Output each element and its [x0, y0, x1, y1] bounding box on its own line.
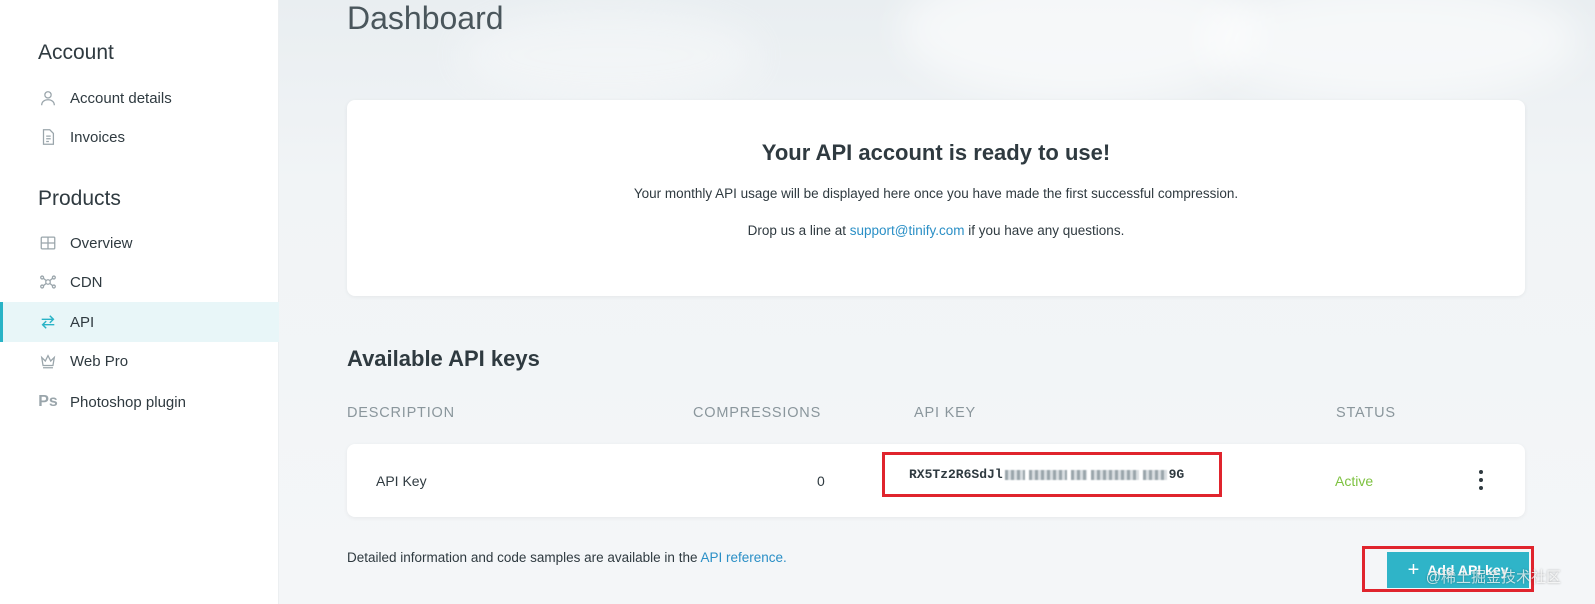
background-cloud — [1199, 0, 1579, 100]
sidebar-item-label: API — [70, 313, 95, 331]
redacted-key-segment — [1142, 469, 1167, 480]
user-icon — [38, 88, 58, 108]
redacted-key-segment — [1090, 469, 1139, 480]
sidebar-item-invoices[interactable]: Invoices — [0, 117, 279, 157]
sidebar-item-overview[interactable]: Overview — [0, 223, 279, 263]
key-compressions: 0 — [817, 472, 825, 489]
card-support-text: Drop us a line at support@tinify.com if … — [747, 223, 1125, 238]
sidebar-item-label: Web Pro — [70, 352, 129, 370]
column-header-status: STATUS — [1336, 405, 1396, 421]
main-content: Dashboard Your API account is ready to u… — [279, 0, 1595, 604]
card-usage-text: Your monthly API usage will be displayed… — [633, 186, 1239, 201]
redacted-key-segment — [1070, 469, 1087, 480]
page-title: Dashboard — [347, 0, 504, 36]
background-cloud — [459, 10, 759, 100]
ready-card: Your API account is ready to use! Your m… — [347, 100, 1525, 296]
grid-icon — [38, 233, 58, 253]
api-keys-title: Available API keys — [347, 346, 540, 371]
sidebar-item-label: CDN — [70, 273, 103, 291]
support-email-link[interactable]: support@tinify.com — [850, 223, 965, 238]
column-header-api-key: API KEY — [914, 405, 977, 421]
sidebar-item-api[interactable]: API — [0, 302, 279, 342]
key-description: API Key — [376, 472, 427, 489]
table-row: API Key 0 RX5Tz2R6SdJl 9G Active — [347, 444, 1525, 517]
redacted-key-segment — [1004, 469, 1025, 480]
redacted-key-segment — [1028, 469, 1067, 480]
column-header-compressions: COMPRESSIONS — [693, 405, 822, 421]
arrows-exchange-icon — [38, 312, 58, 332]
sidebar-item-cdn[interactable]: CDN — [0, 262, 279, 302]
plus-icon: + — [1407, 558, 1420, 581]
column-header-description: DESCRIPTION — [347, 405, 455, 421]
crown-icon — [38, 351, 58, 371]
status-badge: Active — [1335, 472, 1374, 489]
sidebar-item-label: Account details — [70, 89, 172, 107]
account-heading: Account — [38, 41, 114, 64]
watermark: @稀土掘金技术社区 — [1425, 569, 1561, 586]
sidebar-item-label: Overview — [70, 234, 133, 252]
footer-note: Detailed information and code samples ar… — [347, 550, 787, 565]
document-icon — [38, 127, 58, 147]
api-reference-link[interactable]: API reference. — [700, 550, 786, 565]
sidebar-item-photoshop-plugin[interactable]: Ps Photoshop plugin — [0, 382, 279, 422]
sidebar: Account Account details Invoices Product… — [0, 0, 279, 604]
network-icon — [38, 272, 58, 292]
more-options-icon[interactable] — [1475, 470, 1487, 490]
api-key-value[interactable]: RX5Tz2R6SdJl 9G — [882, 452, 1222, 497]
sidebar-item-label: Invoices — [70, 128, 126, 146]
sidebar-item-web-pro[interactable]: Web Pro — [0, 341, 279, 381]
card-title: Your API account is ready to use! — [761, 140, 1111, 165]
sidebar-item-label: Photoshop plugin — [70, 393, 186, 411]
products-heading: Products — [38, 187, 121, 210]
photoshop-icon: Ps — [38, 393, 58, 410]
sidebar-item-account-details[interactable]: Account details — [0, 78, 279, 118]
